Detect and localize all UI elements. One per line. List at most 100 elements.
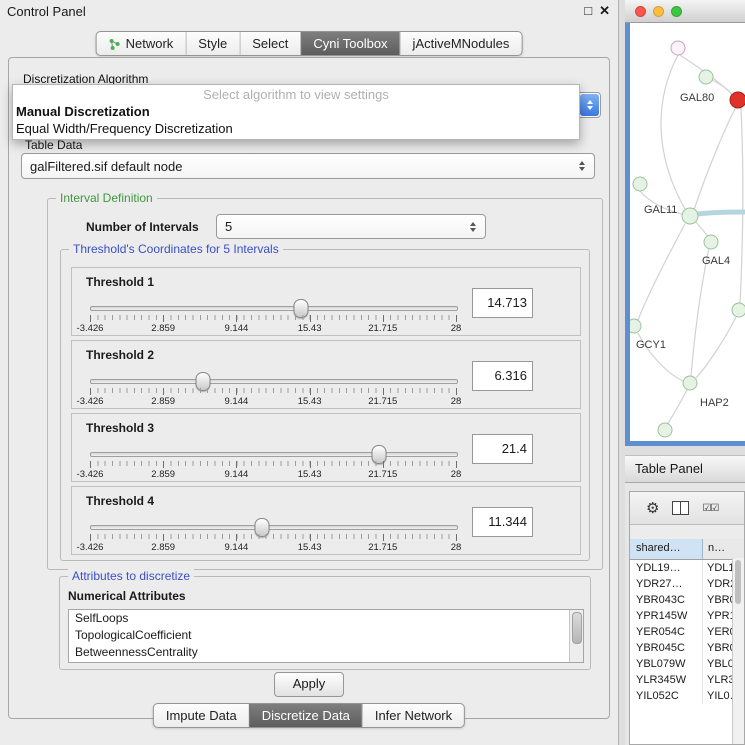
list-item[interactable]: BetweennessCentrality — [69, 644, 583, 661]
table-row[interactable]: YDR27…YDR2… — [630, 576, 744, 592]
number-of-intervals-combobox[interactable]: 5 — [216, 214, 486, 239]
tab-impute-data[interactable]: Impute Data — [154, 704, 249, 727]
threshold-1-slider[interactable]: -3.426 2.859 9.144 15.43 21.715 28 — [90, 298, 456, 334]
table-row[interactable]: YDL19…YDL1… — [630, 560, 744, 576]
combo-stepper-icon[interactable] — [580, 94, 599, 116]
network-node[interactable] — [633, 177, 647, 191]
window-title: Control Panel — [7, 4, 86, 19]
control-panel-window: Control Panel □ ✕ Network — [0, 0, 619, 745]
list-item[interactable]: TopologicalCoefficient — [69, 627, 583, 644]
list-item[interactable]: SelfLoops — [69, 610, 583, 627]
threshold-3-value-input[interactable]: 21.4 — [472, 434, 533, 464]
slider-track[interactable] — [90, 452, 458, 457]
slider-tick-labels: -3.426 2.859 9.144 15.43 21.715 28 — [90, 396, 456, 407]
threshold-2-value-input[interactable]: 6.316 — [472, 361, 533, 391]
slider-track[interactable] — [90, 525, 458, 530]
select-columns-checkbox-icon[interactable]: ☑☑ — [702, 503, 718, 514]
interval-definition-title: Interval Definition — [56, 191, 157, 205]
slider-ticks — [90, 315, 456, 322]
list-scrollbar[interactable] — [569, 610, 583, 662]
network-node[interactable] — [671, 41, 685, 55]
tab-infer-network[interactable]: Infer Network — [362, 704, 464, 727]
tab-label: Network — [126, 36, 174, 51]
combo-stepper-icon[interactable] — [465, 222, 485, 232]
slider-ticks — [90, 534, 456, 541]
table-scrollbar[interactable] — [732, 558, 744, 744]
tab-label: Infer Network — [375, 708, 452, 723]
slider-track[interactable] — [90, 306, 458, 311]
table-row[interactable]: YBR043CYBR0… — [630, 592, 744, 608]
zoom-window-icon[interactable] — [671, 6, 682, 17]
selected-red-node[interactable] — [730, 92, 745, 108]
thick-edge[interactable] — [698, 212, 745, 214]
threshold-4-label: Threshold 4 — [86, 494, 154, 508]
table-row[interactable]: YLR345WYLR3… — [630, 672, 744, 688]
scrollbar-thumb[interactable] — [572, 612, 582, 644]
threshold-1-label: Threshold 1 — [86, 275, 154, 289]
column-header-name[interactable]: n… — [703, 539, 744, 559]
scrollbar-thumb[interactable] — [735, 560, 741, 604]
attributes-group: Attributes to discretize Numerical Attri… — [59, 576, 591, 670]
apply-button[interactable]: Apply — [274, 672, 344, 697]
network-view-window: GAL80 GAL11 GAL4 GCY1 HAP2 — [625, 0, 745, 446]
threshold-4-panel: Threshold 4 -3.426 2.859 — [71, 486, 581, 555]
threshold-3-label: Threshold 3 — [86, 421, 154, 435]
tab-jactivemodules[interactable]: jActiveMNodules — [400, 32, 522, 55]
threshold-2-slider[interactable]: -3.426 2.859 9.144 15.43 21.715 28 — [90, 371, 456, 407]
network-window-titlebar[interactable] — [625, 0, 745, 23]
column-header-shared-name[interactable]: shared… — [630, 539, 703, 559]
table-row[interactable]: YPR145WYPR1… — [630, 608, 744, 624]
table-row[interactable]: YER054CYER0… — [630, 624, 744, 640]
tab-select[interactable]: Select — [239, 32, 300, 55]
threshold-1-value-input[interactable]: 14.713 — [472, 288, 533, 318]
toolbar-spacer — [630, 525, 744, 539]
threshold-2-panel: Threshold 2 -3.426 2.859 — [71, 340, 581, 409]
table-row[interactable]: YBR045CYBR0… — [630, 640, 744, 656]
edges — [638, 54, 743, 425]
tab-label: Impute Data — [166, 708, 237, 723]
table-data-combobox[interactable]: galFiltered.sif default node — [21, 153, 595, 179]
combo-stepper-icon[interactable] — [574, 161, 594, 171]
close-window-icon[interactable]: ✕ — [599, 3, 610, 19]
tab-network[interactable]: Network — [97, 32, 186, 55]
close-window-icon[interactable] — [635, 6, 646, 17]
node-label: GCY1 — [636, 339, 666, 351]
tab-cyni-toolbox[interactable]: Cyni Toolbox — [300, 32, 399, 55]
slider-tick-labels: -3.426 2.859 9.144 15.43 21.715 28 — [90, 469, 456, 480]
gear-icon[interactable]: ⚙ — [646, 499, 659, 517]
threshold-4-slider[interactable]: -3.426 2.859 9.144 15.43 21.715 28 — [90, 517, 456, 553]
numerical-attributes-heading: Numerical Attributes — [68, 589, 186, 603]
table-row[interactable]: YBL079WYBL0… — [630, 656, 744, 672]
threshold-4-value-input[interactable]: 11.344 — [472, 507, 533, 537]
attributes-listbox[interactable]: SelfLoops TopologicalCoefficient Between… — [68, 609, 584, 663]
network-node[interactable] — [699, 70, 713, 84]
table-column-headers: shared… n… — [630, 539, 744, 560]
thresholds-group-title: Threshold's Coordinates for 5 Intervals — [69, 242, 283, 256]
window-controls: □ ✕ — [584, 3, 610, 19]
popup-placeholder-item[interactable]: Select algorithm to view settings — [13, 85, 579, 103]
tab-discretize-data[interactable]: Discretize Data — [249, 704, 362, 727]
node-label: GAL4 — [702, 255, 730, 267]
tab-style[interactable]: Style — [185, 32, 239, 55]
network-node[interactable] — [658, 423, 672, 437]
slider-track[interactable] — [90, 379, 458, 384]
table-toolbar: ⚙ ☑☑ — [630, 492, 744, 525]
network-canvas[interactable]: GAL80 GAL11 GAL4 GCY1 HAP2 — [630, 23, 745, 441]
table-panel-body: ⚙ ☑☑ shared… n… YDL19…YDL1… YDR27…YDR2… … — [629, 491, 745, 745]
network-node-gal4[interactable] — [704, 235, 718, 249]
columns-icon[interactable] — [672, 501, 689, 515]
network-node-gcy1[interactable] — [630, 319, 641, 333]
threshold-3-slider[interactable]: -3.426 2.859 9.144 15.43 21.715 28 — [90, 444, 456, 480]
network-node-gal11[interactable] — [682, 208, 698, 224]
network-node[interactable] — [732, 303, 745, 317]
algorithm-dropdown-popup: Select algorithm to view settings Manual… — [12, 84, 580, 140]
minimize-window-icon[interactable] — [653, 6, 664, 17]
network-node-hap2[interactable] — [683, 376, 697, 390]
float-window-icon[interactable]: □ — [584, 3, 592, 19]
table-row[interactable]: YIL052CYIL0… — [630, 688, 744, 704]
popup-option-manual-discretization[interactable]: Manual Discretization — [13, 103, 579, 120]
tab-label: Style — [198, 36, 227, 51]
cyni-toolbox-panel: Discretization Algorithm Table Data galF… — [8, 57, 610, 719]
popup-option-equal-width-frequency[interactable]: Equal Width/Frequency Discretization — [13, 120, 579, 137]
threshold-1-panel: Threshold 1 -3.426 2.859 — [71, 267, 581, 336]
